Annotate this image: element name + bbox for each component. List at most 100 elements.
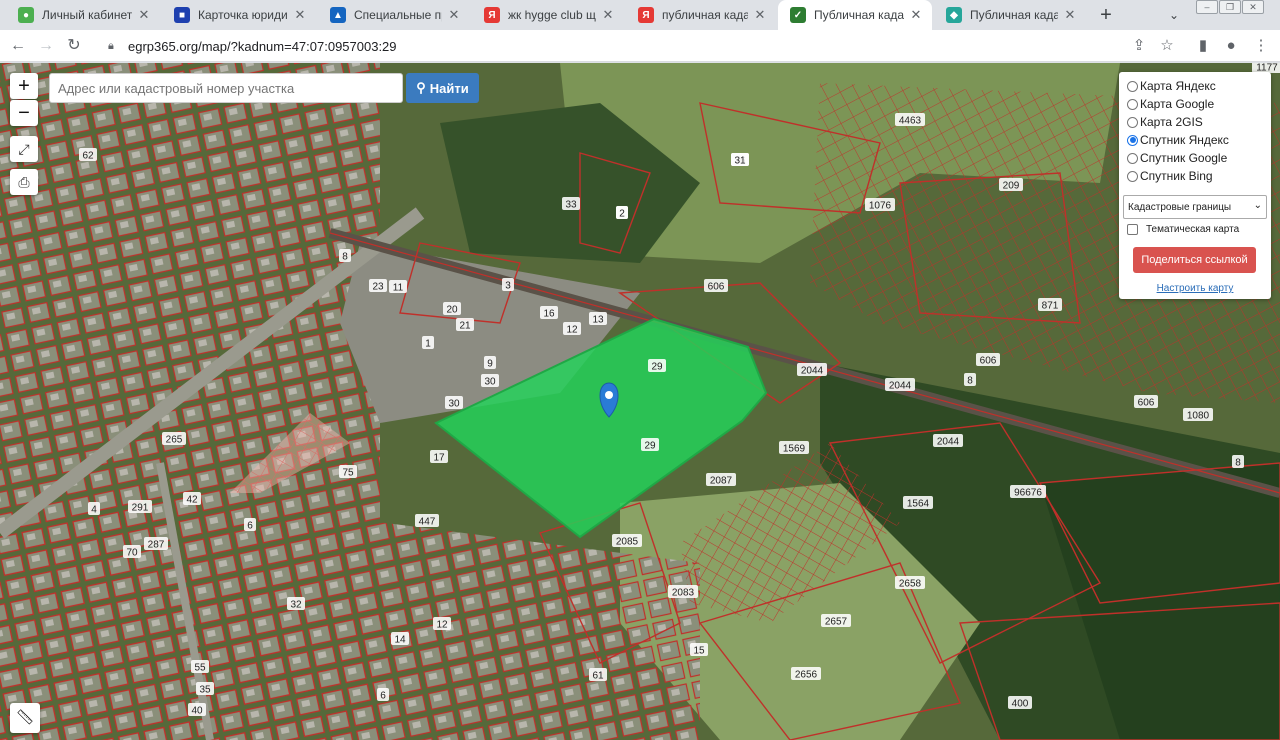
tab-5[interactable]: Япубличная кадастрова ✕: [626, 0, 776, 30]
parcel-number-label[interactable]: 6: [247, 521, 253, 532]
close-tab-icon[interactable]: ✕: [446, 7, 462, 23]
parcel-number-label[interactable]: 20: [446, 305, 458, 316]
tab-3[interactable]: ▲ Специальные предло ✕: [318, 0, 470, 30]
parcel-number-label[interactable]: 30: [484, 377, 496, 388]
parcel-number-label[interactable]: 6: [380, 691, 386, 702]
tab-4[interactable]: Яжк hygge club щеглов ✕: [472, 0, 624, 30]
parcel-number-label[interactable]: 3: [505, 281, 511, 292]
configure-map-link[interactable]: Настроить карту: [1119, 283, 1271, 294]
parcel-number-label[interactable]: 1080: [1187, 411, 1210, 422]
parcel-number-label[interactable]: 32: [290, 600, 302, 611]
layer-option[interactable]: Карта 2GIS: [1127, 114, 1203, 130]
parcel-number-label[interactable]: 287: [148, 540, 165, 551]
restore-icon[interactable]: ❐: [1219, 0, 1241, 14]
parcel-number-label[interactable]: 15: [693, 646, 705, 657]
checkbox-box[interactable]: [1127, 224, 1138, 235]
close-tab-icon[interactable]: ✕: [752, 7, 768, 23]
parcel-number-label[interactable]: 265: [166, 435, 183, 446]
parcel-number-label[interactable]: 606: [980, 356, 997, 367]
parcel-number-label[interactable]: 2658: [899, 579, 922, 590]
parcel-number-label[interactable]: 8: [1235, 458, 1241, 469]
parcel-number-label[interactable]: 62: [82, 151, 94, 162]
find-button[interactable]: ⚲ Найти: [406, 73, 479, 103]
ruler-icon[interactable]: 📏︎: [10, 703, 40, 733]
parcel-number-label[interactable]: 70: [126, 548, 138, 559]
layer-option[interactable]: Карта Яндекс: [1127, 78, 1216, 94]
parcel-number-label[interactable]: 75: [342, 468, 354, 479]
parcel-number-label[interactable]: 61: [592, 671, 604, 682]
parcel-number-label[interactable]: 16: [543, 309, 555, 320]
parcel-number-label[interactable]: 12: [566, 325, 578, 336]
parcel-number-label[interactable]: 11: [393, 283, 404, 294]
tab-2[interactable]: ■ Карточка юридическ ✕: [162, 0, 316, 30]
parcel-number-label[interactable]: 400: [1012, 699, 1029, 710]
tab-search-icon[interactable]: ⌄: [1164, 5, 1184, 25]
parcel-number-label[interactable]: 8: [967, 376, 973, 387]
parcel-number-label[interactable]: 4463: [899, 116, 922, 127]
address-bar[interactable]: 🔒︎ egrp365.org/map/?kadnum=47:07:0957003…: [98, 33, 1116, 59]
parcel-number-label[interactable]: 29: [651, 362, 663, 373]
radio-button[interactable]: [1127, 134, 1138, 146]
parcel-number-label[interactable]: 2083: [672, 588, 695, 599]
minimize-icon[interactable]: –: [1196, 0, 1218, 14]
layer-option[interactable]: Спутник Google: [1127, 150, 1227, 166]
parcel-number-label[interactable]: 13: [592, 315, 604, 326]
parcel-number-label[interactable]: 4: [91, 505, 97, 516]
close-tab-icon[interactable]: ✕: [1062, 7, 1078, 23]
fullscreen-icon[interactable]: ⤢: [10, 136, 38, 162]
parcel-number-label[interactable]: 2087: [710, 476, 733, 487]
parcel-number-label[interactable]: 33: [565, 200, 577, 211]
parcel-number-label[interactable]: 40: [191, 706, 203, 717]
close-tab-icon[interactable]: ✕: [136, 7, 152, 23]
parcel-number-label[interactable]: 2044: [889, 381, 912, 392]
forward-icon[interactable]: →: [34, 34, 58, 58]
close-window-icon[interactable]: ✕: [1242, 0, 1264, 14]
layer-option[interactable]: Спутник Яндекс: [1127, 132, 1229, 148]
parcel-number-label[interactable]: 1: [425, 339, 431, 350]
print-icon[interactable]: ⎙: [10, 169, 38, 195]
parcel-number-label[interactable]: 9: [487, 359, 493, 370]
share-page-icon[interactable]: ⇪: [1128, 35, 1150, 57]
parcel-number-label[interactable]: 12: [436, 620, 448, 631]
parcel-number-label[interactable]: 2657: [825, 617, 848, 628]
parcel-number-label[interactable]: 2044: [801, 366, 824, 377]
parcel-number-label[interactable]: 35: [199, 685, 211, 696]
zoom-out-button[interactable]: −: [10, 100, 38, 126]
radio-button[interactable]: [1127, 152, 1138, 164]
parcel-number-label[interactable]: 2656: [795, 670, 818, 681]
parcel-number-label[interactable]: 606: [1138, 398, 1155, 409]
tab-6[interactable]: ✓ Публичная кадастров ✕: [778, 0, 932, 30]
parcel-number-label[interactable]: 2: [619, 209, 625, 220]
parcel-number-label[interactable]: 31: [734, 156, 746, 167]
parcel-number-label[interactable]: 1076: [869, 201, 892, 212]
parcel-number-label[interactable]: 2044: [937, 437, 960, 448]
close-tab-icon[interactable]: ✕: [600, 7, 616, 23]
parcel-number-label[interactable]: 606: [708, 282, 725, 293]
parcel-number-label[interactable]: 209: [1003, 181, 1020, 192]
reload-icon[interactable]: ↻: [62, 34, 86, 58]
parcel-number-label[interactable]: 1569: [783, 444, 806, 455]
parcel-number-label[interactable]: 8: [342, 252, 348, 263]
zoom-in-button[interactable]: +: [10, 73, 38, 99]
radio-button[interactable]: [1127, 98, 1138, 110]
parcel-number-label[interactable]: 291: [132, 503, 149, 514]
parcel-number-label[interactable]: 1564: [907, 499, 930, 510]
parcel-number-label[interactable]: 21: [459, 321, 471, 332]
tab-1[interactable]: ● Личный кабинет - Мо ✕: [6, 0, 160, 30]
new-tab-button[interactable]: +: [1094, 3, 1118, 27]
parcel-number-label[interactable]: 17: [433, 453, 445, 464]
parcel-number-label[interactable]: 96676: [1014, 488, 1042, 499]
parcel-number-label[interactable]: 23: [372, 282, 384, 293]
close-tab-icon[interactable]: ✕: [908, 7, 924, 23]
share-link-button[interactable]: Поделиться ссылкой: [1133, 247, 1256, 273]
cadastral-map[interactable]: 7633220935646062929204420442044815692087…: [0, 63, 1280, 740]
radio-button[interactable]: [1127, 80, 1138, 92]
address-search-input[interactable]: [49, 73, 403, 103]
parcel-number-label[interactable]: 14: [394, 635, 406, 646]
parcel-number-label[interactable]: 2085: [616, 537, 639, 548]
layer-option[interactable]: Карта Google: [1127, 96, 1214, 112]
parcel-number-label[interactable]: 55: [194, 663, 206, 674]
profile-avatar[interactable]: ●: [1220, 35, 1242, 57]
radio-button[interactable]: [1127, 170, 1138, 182]
menu-kebab-icon[interactable]: ⋮: [1250, 35, 1272, 57]
